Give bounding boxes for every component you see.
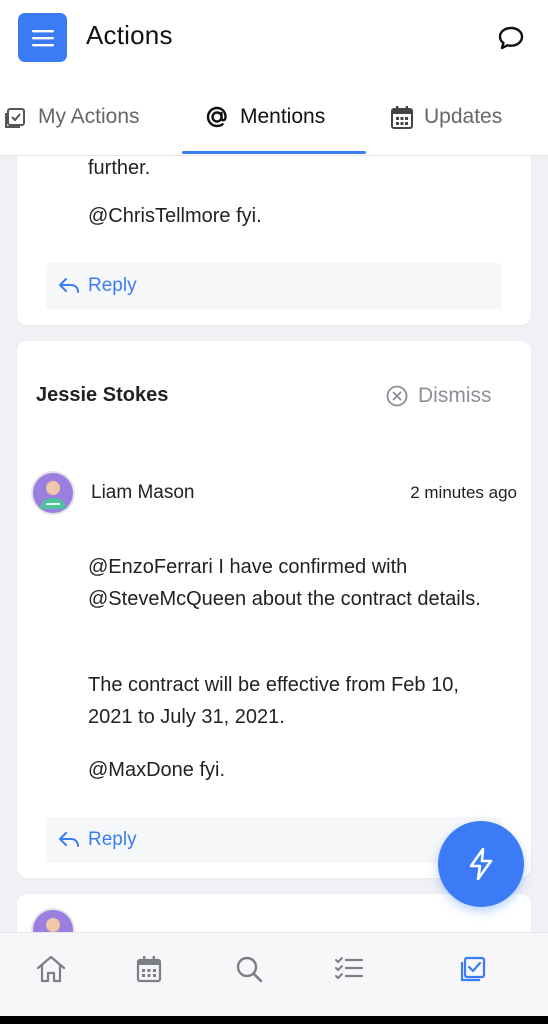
app-screen: Actions My Actions Mentions Updates furt… [0,0,548,1016]
at-icon [206,106,227,128]
chat-bubble-icon [498,26,524,50]
avatar [31,471,75,515]
reply-icon [59,278,79,293]
chat-button[interactable] [495,22,527,54]
nav-search[interactable] [231,951,267,987]
reply-label: Reply [88,829,137,850]
message-paragraph: @MaxDone fyi. [88,759,226,781]
quick-action-button[interactable] [438,821,524,907]
active-tab-indicator [182,151,366,154]
bottom-nav [0,932,548,1016]
mentions-list[interactable]: further. @ChrisTellmore fyi. Reply Jessi… [0,156,548,932]
calendar-icon [136,956,162,983]
dismiss-label: Dismiss [418,384,492,407]
message-text: @ChrisTellmore fyi. [88,205,262,227]
tab-my-actions[interactable]: My Actions [4,78,140,156]
checklist-icon [5,108,25,128]
tab-updates[interactable]: Updates [390,78,502,156]
avatar [31,908,75,932]
mention-card: Jessie Stokes Dismiss Liam Mason 2 minut… [17,341,531,878]
search-icon [236,956,263,983]
hamburger-icon [31,29,54,46]
tab-label: Updates [424,105,503,128]
home-icon [36,955,66,983]
dismiss-button[interactable]: Dismiss [386,384,492,408]
mention-card: further. @ChrisTellmore fyi. Reply [17,156,531,325]
mention-sender-name: Jessie Stokes [36,384,169,406]
reply-button[interactable]: Reply [46,817,502,863]
nav-calendar[interactable] [131,951,167,987]
tab-mentions[interactable]: Mentions [204,78,325,156]
system-nav-bar [0,1016,548,1024]
message-paragraph: @EnzoFerrari I have confirmed with @Stev… [88,556,481,610]
message-paragraph: The contract will be effective from Feb … [88,674,459,728]
nav-home[interactable] [33,951,69,987]
author-name: Liam Mason [91,482,195,503]
app-header: Actions [0,0,548,78]
message-text: further. [88,157,151,179]
nav-tasks[interactable] [331,951,367,987]
calendar-icon [391,106,413,129]
nav-actions[interactable] [455,951,491,987]
reply-icon [59,832,79,847]
reply-label: Reply [88,275,137,296]
reply-button[interactable]: Reply [46,263,502,309]
timestamp: 2 minutes ago [410,483,517,502]
tab-label: Mentions [240,105,326,128]
tab-label: My Actions [38,105,140,128]
mention-card [17,894,531,932]
tasks-icon [335,957,364,979]
lightning-icon [469,847,493,881]
tab-bar: My Actions Mentions Updates [0,78,548,156]
close-circle-icon [386,385,408,407]
menu-button[interactable] [18,13,67,62]
page-title: Actions [86,20,173,50]
actions-icon [460,956,486,982]
